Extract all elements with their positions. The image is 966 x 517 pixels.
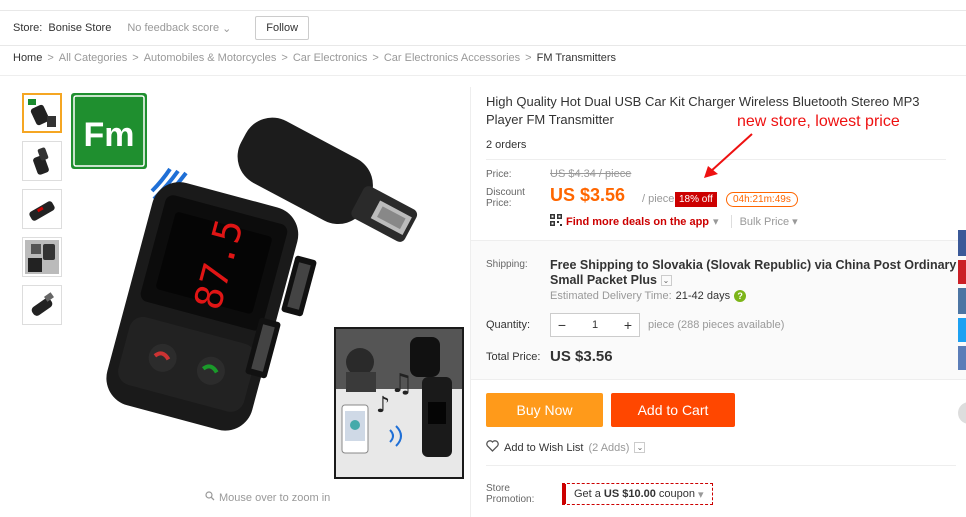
app-deals-row: Find more deals on the app ▾ Bulk Price … bbox=[550, 214, 798, 229]
svg-text:♫: ♫ bbox=[390, 369, 413, 399]
total-price-label: Total Price: bbox=[486, 351, 541, 363]
quantity-stepper: − 1 + bbox=[550, 313, 640, 337]
total-price: US $3.56 bbox=[550, 348, 613, 365]
caret-down-icon: ▾ bbox=[697, 488, 704, 501]
store-label: Store: bbox=[13, 22, 43, 34]
thumbnail-1[interactable] bbox=[22, 93, 62, 133]
thumbnail-5[interactable] bbox=[22, 285, 62, 325]
breadcrumb-separator: > bbox=[132, 52, 139, 64]
zoom-hint-text: Mouse over to zoom in bbox=[219, 491, 331, 504]
store-bar: Store: Bonise Store No feedback score ⌄ … bbox=[0, 10, 966, 46]
breadcrumb-separator: > bbox=[47, 52, 54, 64]
chevron-down-icon: ⌄ bbox=[222, 22, 232, 35]
pieces-available: piece (288 pieces available) bbox=[648, 319, 785, 331]
breadcrumb-car-electronics[interactable]: Car Electronics bbox=[293, 52, 368, 64]
annotation-text: new store, lowest price bbox=[737, 113, 900, 130]
product-thumbnail-image bbox=[33, 147, 49, 175]
add-to-wish-list-link[interactable]: Add to Wish List bbox=[504, 442, 583, 454]
caret-down-icon: ▾ bbox=[713, 216, 719, 228]
product-thumbnail-image bbox=[25, 240, 59, 274]
wish-list-count: (2 Adds) bbox=[588, 441, 630, 454]
breadcrumb-fm-transmitters[interactable]: FM Transmitters bbox=[537, 52, 616, 64]
share-pinterest-icon[interactable] bbox=[958, 260, 966, 284]
quantity-input[interactable]: 1 bbox=[573, 319, 617, 331]
breadcrumb-separator: > bbox=[525, 52, 532, 64]
qr-code-icon bbox=[550, 214, 562, 229]
store-name[interactable]: Bonise Store bbox=[48, 22, 111, 34]
add-to-cart-button[interactable]: Add to Cart bbox=[611, 393, 735, 427]
share-vk-icon[interactable] bbox=[958, 288, 966, 314]
share-more-icon[interactable] bbox=[958, 346, 966, 370]
thumbnail-list bbox=[22, 93, 62, 325]
share-twitter-icon[interactable] bbox=[958, 318, 966, 342]
breadcrumb-divider bbox=[0, 75, 966, 76]
quantity-label: Quantity: bbox=[486, 319, 531, 331]
estimated-delivery-days: 21-42 days bbox=[675, 290, 731, 302]
feedback-score-label: No feedback score bbox=[127, 22, 220, 34]
shipping-method-text: Free Shipping to Slovakia (Slovak Republ… bbox=[550, 258, 957, 287]
increment-button[interactable]: + bbox=[617, 317, 639, 333]
shipping-method[interactable]: Free Shipping to Slovakia (Slovak Republ… bbox=[550, 258, 960, 288]
thumbnail-2[interactable] bbox=[22, 141, 62, 181]
bulk-price-link[interactable]: Bulk Price ▾ bbox=[730, 215, 798, 228]
search-icon bbox=[205, 491, 215, 504]
breadcrumb-separator: > bbox=[281, 52, 288, 64]
breadcrumb: Home > All Categories > Automobiles & Mo… bbox=[13, 52, 616, 64]
wish-list-row: Add to Wish List (2 Adds) ⌄ bbox=[486, 440, 646, 455]
breadcrumb-separator: > bbox=[372, 52, 379, 64]
shipping-label: Shipping: bbox=[486, 259, 528, 270]
feedback-score[interactable]: No feedback score ⌄ bbox=[127, 22, 231, 35]
countdown-timer: 04h:21m:49s bbox=[726, 192, 798, 207]
estimated-delivery: Estimated Delivery Time: 21-42 days ? bbox=[550, 290, 747, 302]
product-thumbnail-image bbox=[29, 201, 55, 221]
svg-text:♪: ♪ bbox=[376, 393, 390, 418]
fm-logo-text: Fm bbox=[84, 116, 135, 154]
breadcrumb-car-electronics-accessories[interactable]: Car Electronics Accessories bbox=[384, 52, 520, 64]
discount-price: US $3.56 bbox=[550, 185, 626, 205]
thumbnail-3[interactable] bbox=[22, 189, 62, 229]
breadcrumb-all-categories[interactable]: All Categories bbox=[59, 52, 127, 64]
discount-price-row: Discount Price: US $3.56 / piece 18% off… bbox=[486, 185, 798, 209]
breadcrumb-automobiles[interactable]: Automobiles & Motorcycles bbox=[144, 52, 277, 64]
annotation-arrow-icon bbox=[704, 133, 753, 178]
divider bbox=[486, 465, 956, 466]
product-thumbnail-image bbox=[31, 292, 54, 316]
decrement-button[interactable]: − bbox=[551, 317, 573, 333]
original-price: US $4.34 / piece bbox=[550, 168, 632, 180]
breadcrumb-home[interactable]: Home bbox=[13, 52, 42, 64]
coupon-amount: US $10.00 bbox=[603, 488, 656, 500]
bulk-price-label: Bulk Price bbox=[739, 216, 790, 228]
coupon-button[interactable]: Get a US $10.00 coupon ▾ bbox=[562, 483, 713, 505]
zoom-hint: Mouse over to zoom in bbox=[205, 491, 330, 504]
store-promotion-label: Store Promotion: bbox=[486, 483, 535, 505]
follow-button[interactable]: Follow bbox=[255, 16, 310, 40]
chevron-down-icon: ⌄ bbox=[660, 275, 672, 287]
buy-now-button[interactable]: Buy Now bbox=[486, 393, 603, 427]
price-unit: / piece bbox=[642, 193, 675, 205]
discount-badge: 18% off bbox=[675, 192, 717, 207]
coupon-suffix: coupon bbox=[658, 488, 695, 500]
product-thumbnail-image bbox=[27, 98, 57, 128]
price-label: Price: bbox=[486, 169, 512, 180]
coupon-prefix: Get a bbox=[574, 488, 601, 500]
thumbnail-4[interactable] bbox=[22, 237, 62, 277]
help-icon[interactable]: ? bbox=[734, 290, 747, 302]
main-product-image[interactable]: Fm 87.5 ♪ ♫ bbox=[70, 87, 466, 487]
chevron-down-icon[interactable]: ⌄ bbox=[634, 442, 646, 453]
heart-icon[interactable] bbox=[486, 440, 499, 455]
estimated-delivery-label: Estimated Delivery Time: bbox=[550, 290, 672, 302]
scroll-top-icon[interactable] bbox=[958, 402, 966, 424]
share-facebook-icon[interactable] bbox=[958, 230, 966, 256]
discount-price-label: Discount Price: bbox=[486, 187, 525, 209]
original-price-row: Price: US $4.34 / piece bbox=[486, 168, 631, 180]
app-deals-link[interactable]: Find more deals on the app bbox=[566, 216, 709, 228]
